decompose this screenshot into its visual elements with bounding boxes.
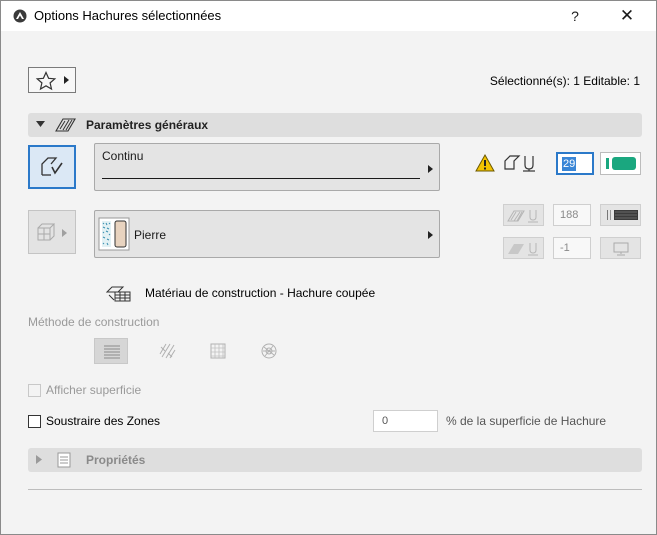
favorites-button[interactable] (28, 67, 76, 93)
pen-number-input[interactable]: 29 (556, 152, 594, 175)
background-pen-value: 188 (553, 204, 591, 226)
subtract-zones-label: Soustraire des Zones (46, 414, 161, 428)
area-percent-input: 0 (373, 410, 438, 432)
close-button[interactable]: ✕ (613, 5, 641, 27)
background-hatch-icon (507, 210, 538, 223)
section-general-header[interactable]: Paramètres généraux (28, 113, 642, 137)
material-selector[interactable]: Pierre (94, 210, 440, 258)
show-area-label: Afficher superficie (46, 383, 142, 397)
pen-color-button[interactable] (600, 152, 641, 175)
grid-hatch-icon (210, 343, 226, 359)
method-diagonal-button (151, 338, 185, 364)
arrow-right-icon (428, 165, 433, 173)
construction-method-label: Méthode de construction (28, 315, 160, 329)
building-material-icon (37, 223, 55, 241)
background-pen-button (503, 204, 544, 226)
solid-fill-icon (508, 243, 538, 256)
warning-icon (475, 154, 495, 172)
method-lines-button (94, 338, 128, 364)
app-logo-icon (13, 9, 27, 23)
divider (28, 489, 642, 490)
subtract-zones-checkbox[interactable] (28, 415, 41, 428)
document-icon (57, 452, 71, 468)
window-title: Options Hachures sélectionnées (34, 8, 222, 23)
line-type-selector[interactable]: Continu (94, 143, 440, 191)
pen-width-bar (606, 158, 609, 169)
monitor-icon (613, 242, 629, 256)
background-pen-2-button (503, 237, 544, 259)
method-radial-button (252, 338, 286, 364)
star-icon (35, 71, 57, 91)
pen-number-value: 29 (562, 157, 577, 171)
help-button[interactable]: ? (561, 5, 589, 27)
pattern-swatch-icon (607, 210, 638, 220)
construction-material-label: Matériau de construction - Hachure coupé… (145, 286, 376, 300)
line-preview (102, 178, 420, 179)
construction-material-icon (106, 286, 131, 302)
background-pen-2-value: -1 (553, 237, 591, 259)
pen-color-swatch (612, 157, 636, 170)
arrow-right-icon (62, 229, 67, 237)
section-properties-title: Propriétés (86, 453, 146, 467)
show-area-checkbox (28, 384, 41, 397)
title-bar: Options Hachures sélectionnées ? ✕ (1, 1, 656, 31)
material-options-button (28, 210, 76, 254)
chevron-down-icon (36, 121, 45, 127)
material-swatch-icon (98, 217, 130, 251)
dropdown-arrow-icon (64, 76, 69, 84)
section-general-title: Paramètres généraux (86, 118, 209, 132)
diagonal-hatch-icon (159, 343, 176, 359)
material-value: Pierre (134, 228, 167, 242)
selection-info: Sélectionné(s): 1 Editable: 1 (489, 74, 640, 88)
line-type-value: Continu (102, 149, 144, 163)
arrow-right-icon (428, 231, 433, 239)
method-grid-button (201, 338, 235, 364)
pen-icon (504, 155, 535, 172)
polygon-hatch-icon (41, 157, 63, 176)
fill-type-button[interactable] (28, 145, 76, 189)
display-button (600, 237, 641, 259)
section-properties-header[interactable]: Propriétés (28, 448, 642, 472)
horizontal-lines-icon (104, 345, 120, 359)
chevron-right-icon (36, 455, 42, 464)
radial-hatch-icon (261, 343, 277, 359)
area-percent-label: % de la superficie de Hachure (446, 414, 607, 428)
background-pattern-button (600, 204, 641, 226)
hatch-settings-icon (55, 118, 76, 132)
hatch-options-dialog: Options Hachures sélectionnées ? ✕ Sélec… (0, 0, 657, 535)
